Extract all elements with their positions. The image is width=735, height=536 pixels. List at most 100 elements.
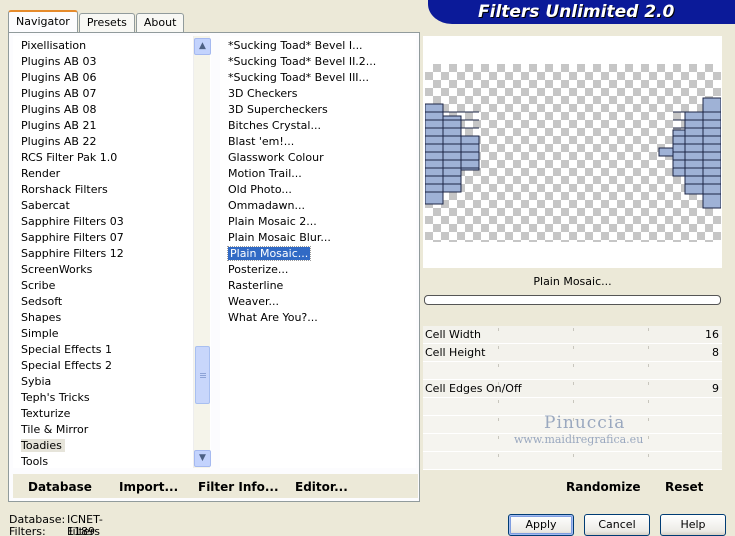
category-item[interactable]: Shapes	[13, 310, 211, 326]
filter-item[interactable]: What Are You?...	[220, 310, 416, 326]
category-item[interactable]: Sybia	[13, 374, 211, 390]
app-title: Filters Unlimited 2.0	[428, 0, 735, 24]
filter-item-label: Old Photo...	[228, 183, 292, 196]
cancel-button[interactable]: Cancel	[584, 514, 650, 536]
category-item[interactable]: Plugins AB 06	[13, 70, 211, 86]
filter-item-label: *Sucking Toad* Bevel III...	[228, 71, 370, 84]
category-item-label: Plugins AB 21	[21, 119, 97, 132]
category-item[interactable]: Sapphire Filters 03	[13, 214, 211, 230]
filter-item[interactable]: Motion Trail...	[220, 166, 416, 182]
filter-item-label: *Sucking Toad* Bevel I...	[228, 39, 363, 52]
param-value: 9	[712, 382, 719, 395]
category-item-label: Sedsoft	[21, 295, 63, 308]
filter-item[interactable]: Glasswork Colour	[220, 150, 416, 166]
category-item[interactable]: Plugins AB 07	[13, 86, 211, 102]
category-item[interactable]: ScreenWorks	[13, 262, 211, 278]
help-button[interactable]: Help	[660, 514, 726, 536]
filter-item[interactable]: Plain Mosaic Blur...	[220, 230, 416, 246]
import-button[interactable]: Import...	[119, 480, 178, 494]
apply-button[interactable]: Apply	[508, 514, 574, 536]
tab-navigator[interactable]: Navigator	[8, 10, 78, 32]
category-item-label: Sybia	[21, 375, 52, 388]
category-item[interactable]: Special Effects 1	[13, 342, 211, 358]
filter-item[interactable]: Blast 'em!...	[220, 134, 416, 150]
category-scrollbar[interactable]: ▲ ▼	[193, 36, 211, 468]
filter-item[interactable]: Posterize...	[220, 262, 416, 278]
scroll-thumb[interactable]	[195, 346, 210, 404]
category-item[interactable]: Texturize	[13, 406, 211, 422]
param-label: Cell Width	[425, 328, 482, 341]
param-label: Cell Height	[425, 346, 486, 359]
param-slot-empty	[423, 452, 722, 470]
category-item-label: Scribe	[21, 279, 56, 292]
category-item[interactable]: Sapphire Filters 07	[13, 230, 211, 246]
randomize-button[interactable]: Randomize	[566, 480, 640, 494]
editor-button[interactable]: Editor...	[295, 480, 348, 494]
category-item-label: Special Effects 2	[21, 359, 113, 372]
param-slider[interactable]: Cell Height 8	[423, 344, 722, 362]
category-item[interactable]: Plugins AB 08	[13, 102, 211, 118]
filter-item-label: Bitches Crystal...	[228, 119, 321, 132]
filter-item[interactable]: *Sucking Toad* Bevel II.2...	[220, 54, 416, 70]
filter-item[interactable]: 3D Supercheckers	[220, 102, 416, 118]
scroll-down-button[interactable]: ▼	[194, 450, 211, 467]
filter-item[interactable]: Weaver...	[220, 294, 416, 310]
reset-button[interactable]: Reset	[665, 480, 703, 494]
param-slider[interactable]: Cell Edges On/Off 9	[423, 380, 722, 398]
category-item-label: RCS Filter Pak 1.0	[21, 151, 118, 164]
tab-bar: Navigator Presets About	[8, 10, 185, 33]
scroll-up-button[interactable]: ▲	[194, 38, 211, 55]
category-item[interactable]: Sapphire Filters 12	[13, 246, 211, 262]
category-item[interactable]: Pixellisation	[13, 38, 211, 54]
filter-item-label: Motion Trail...	[228, 167, 302, 180]
category-item-label: Sapphire Filters 07	[21, 231, 124, 244]
filter-item[interactable]: Rasterline	[220, 278, 416, 294]
filter-item-label: 3D Checkers	[228, 87, 298, 100]
category-item-label: Render	[21, 167, 61, 180]
filter-item[interactable]: Plain Mosaic...	[220, 246, 416, 262]
filter-item-label: Weaver...	[228, 295, 280, 308]
category-item[interactable]: Toadies	[13, 438, 211, 454]
category-item-label: Plugins AB 07	[21, 87, 97, 100]
param-slider[interactable]: Cell Width 16	[423, 326, 722, 344]
category-item[interactable]: RCS Filter Pak 1.0	[13, 150, 211, 166]
category-item[interactable]: Special Effects 2	[13, 358, 211, 374]
category-item[interactable]: Plugins AB 22	[13, 134, 211, 150]
category-item[interactable]: Plugins AB 21	[13, 118, 211, 134]
category-item[interactable]: Teph's Tricks	[13, 390, 211, 406]
filter-item[interactable]: Bitches Crystal...	[220, 118, 416, 134]
filter-info-button[interactable]: Filter Info...	[198, 480, 279, 494]
preview-pane	[423, 36, 722, 268]
filter-item-label: *Sucking Toad* Bevel II.2...	[228, 55, 377, 68]
category-item-label: Tools	[21, 455, 49, 468]
filter-item[interactable]: 3D Checkers	[220, 86, 416, 102]
category-item[interactable]: Render	[13, 166, 211, 182]
category-item[interactable]: Scribe	[13, 278, 211, 294]
param-label: Cell Edges On/Off	[425, 382, 522, 395]
filter-item[interactable]: Old Photo...	[220, 182, 416, 198]
filter-item[interactable]: Plain Mosaic 2...	[220, 214, 416, 230]
category-item[interactable]: Sedsoft	[13, 294, 211, 310]
category-item[interactable]: Plugins AB 03	[13, 54, 211, 70]
category-item-label: Plugins AB 08	[21, 103, 97, 116]
category-item-label: ScreenWorks	[21, 263, 93, 276]
progress-bar	[424, 295, 721, 305]
category-item[interactable]: Simple	[13, 326, 211, 342]
filter-item[interactable]: *Sucking Toad* Bevel I...	[220, 38, 416, 54]
tab-about[interactable]: About	[135, 13, 185, 33]
category-list[interactable]: Pixellisation Plugins AB 03 Plugins AB 06 P…	[13, 36, 211, 468]
category-item[interactable]: Tools	[13, 454, 211, 468]
filter-item-label: Plain Mosaic Blur...	[228, 231, 331, 244]
filter-item[interactable]: Ommadawn...	[220, 198, 416, 214]
category-item-label: Plugins AB 22	[21, 135, 97, 148]
category-item-label: Plugins AB 03	[21, 55, 97, 68]
status-filters-label: Filters:	[9, 525, 46, 536]
database-button[interactable]: Database	[28, 480, 92, 494]
filter-item[interactable]: *Sucking Toad* Bevel III...	[220, 70, 416, 86]
filter-list[interactable]: *Sucking Toad* Bevel I... *Sucking Toad* …	[220, 36, 416, 468]
tab-presets[interactable]: Presets	[78, 13, 135, 33]
category-item-label: Sapphire Filters 12	[21, 247, 124, 260]
category-item[interactable]: Rorshack Filters	[13, 182, 211, 198]
category-item[interactable]: Tile & Mirror	[13, 422, 211, 438]
category-item[interactable]: Sabercat	[13, 198, 211, 214]
